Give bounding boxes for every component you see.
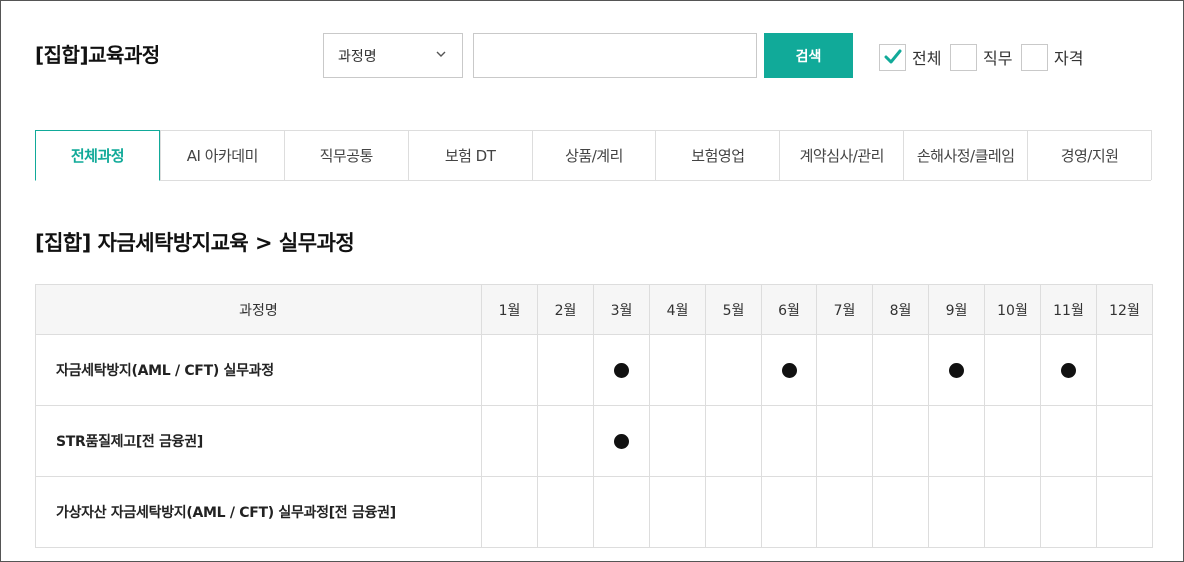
month-cell	[872, 405, 929, 477]
month-cell	[761, 405, 817, 477]
month-cell	[593, 476, 650, 548]
tab-all-courses[interactable]: 전체과정	[35, 130, 160, 181]
month-cell	[1040, 476, 1097, 548]
column-header-month: 8월	[872, 284, 929, 335]
column-header-month: 9월	[928, 284, 985, 335]
checkbox-label-job: 직무	[983, 49, 1013, 68]
checkbox-all[interactable]	[879, 43, 906, 71]
month-cell	[537, 334, 594, 406]
tab-claims[interactable]: 손해사정/클레임	[903, 131, 1028, 181]
checkbox-label-cert: 자격	[1054, 49, 1084, 68]
month-cell	[481, 476, 538, 548]
month-cell	[816, 334, 873, 406]
column-header-course-name: 과정명	[35, 284, 482, 335]
tab-product-actuary[interactable]: 상품/계리	[531, 131, 656, 181]
month-cell	[649, 334, 706, 406]
filled-circle-icon	[781, 362, 797, 378]
course-name-link[interactable]: 가상자산 자금세탁방지(AML / CFT) 실무과정[전 금융권]	[35, 476, 482, 548]
checkbox-label-all: 전체	[912, 49, 942, 68]
filter-checkbox-job[interactable]: 직무	[950, 43, 1012, 71]
column-header-month: 1월	[481, 284, 538, 335]
month-cell	[872, 334, 929, 406]
search-type-select[interactable]: 과정명	[323, 33, 463, 78]
month-cell	[1096, 334, 1153, 406]
chevron-down-icon	[436, 51, 446, 57]
month-cell	[537, 405, 594, 477]
month-cell	[1040, 405, 1097, 477]
table-row[interactable]: 가상자산 자금세탁방지(AML / CFT) 실무과정[전 금융권]	[35, 476, 1153, 548]
column-header-month: 6월	[761, 284, 817, 335]
month-cell	[761, 334, 817, 406]
tab-ai-academy[interactable]: AI 아카데미	[159, 131, 284, 181]
search-type-value: 과정명	[338, 48, 377, 65]
course-name-link[interactable]: 자금세탁방지(AML / CFT) 실무과정	[35, 334, 482, 406]
month-cell	[481, 334, 538, 406]
month-cell	[649, 476, 706, 548]
column-header-month: 12월	[1096, 284, 1153, 335]
section-title: [집합] 자금세탁방지교육 > 실무과정	[35, 231, 355, 255]
tab-job-common[interactable]: 직무공통	[283, 131, 408, 181]
category-tabs: 전체과정 AI 아카데미 직무공통 보험 DT 상품/계리 보험영업 계약심사/…	[35, 130, 1152, 181]
filled-circle-icon	[614, 362, 629, 378]
month-cell	[928, 334, 985, 406]
filled-circle-icon	[614, 433, 629, 449]
filter-checkbox-cert[interactable]: 자격	[1021, 43, 1083, 71]
column-header-month: 5월	[705, 284, 762, 335]
filled-circle-icon	[1061, 362, 1076, 378]
month-cell	[705, 405, 762, 477]
month-cell	[984, 334, 1041, 406]
page-frame: [집합]교육과정 과정명 검색 전체 직무 자격 전체과정 AI 아카데미 직무…	[0, 0, 1184, 562]
checkmark-icon	[884, 49, 901, 64]
schedule-table: 과정명 1월 2월 3월 4월 5월 6월 7월 8월 9월 10월 11월 1…	[35, 284, 1153, 548]
month-cell	[816, 476, 873, 548]
checkbox-job[interactable]	[950, 43, 977, 71]
month-cell	[928, 476, 985, 548]
tab-insurance-dt[interactable]: 보험 DT	[407, 131, 532, 181]
filter-checkbox-all[interactable]: 전체	[879, 43, 941, 71]
table-header-row: 과정명 1월 2월 3월 4월 5월 6월 7월 8월 9월 10월 11월 1…	[35, 284, 1153, 335]
table-row[interactable]: 자금세탁방지(AML / CFT) 실무과정	[35, 334, 1153, 406]
month-cell	[928, 405, 985, 477]
tab-insurance-sales[interactable]: 보험영업	[655, 131, 780, 181]
month-cell	[593, 405, 650, 477]
schedule-body: 자금세탁방지(AML / CFT) 실무과정 STR품질제고[전 금융권] 가상…	[35, 334, 1153, 548]
month-cell	[872, 476, 929, 548]
month-cell	[816, 405, 873, 477]
search-button[interactable]: 검색	[764, 33, 853, 78]
page-title: [집합]교육과정	[35, 43, 160, 67]
course-name-link[interactable]: STR품질제고[전 금융권]	[35, 405, 482, 477]
filled-circle-icon	[949, 362, 964, 378]
column-header-month: 7월	[816, 284, 873, 335]
column-header-month: 3월	[593, 284, 650, 335]
column-header-month: 2월	[537, 284, 594, 335]
tab-management[interactable]: 경영/지원	[1027, 131, 1152, 181]
month-cell	[593, 334, 650, 406]
tab-underwriting[interactable]: 계약심사/관리	[779, 131, 904, 181]
month-cell	[705, 476, 762, 548]
column-header-month: 4월	[649, 284, 706, 335]
month-cell	[984, 405, 1041, 477]
month-cell	[649, 405, 706, 477]
month-cell	[984, 476, 1041, 548]
month-cell	[1096, 405, 1153, 477]
column-header-month: 10월	[984, 284, 1041, 335]
table-row[interactable]: STR품질제고[전 금융권]	[35, 405, 1153, 477]
checkbox-cert[interactable]	[1021, 43, 1048, 71]
month-cell	[705, 334, 762, 406]
month-cell	[481, 405, 538, 477]
month-cell	[537, 476, 594, 548]
month-cell	[761, 476, 817, 548]
month-cell	[1096, 476, 1153, 548]
search-input[interactable]	[473, 33, 757, 78]
column-header-month: 11월	[1040, 284, 1097, 335]
month-cell	[1040, 334, 1097, 406]
